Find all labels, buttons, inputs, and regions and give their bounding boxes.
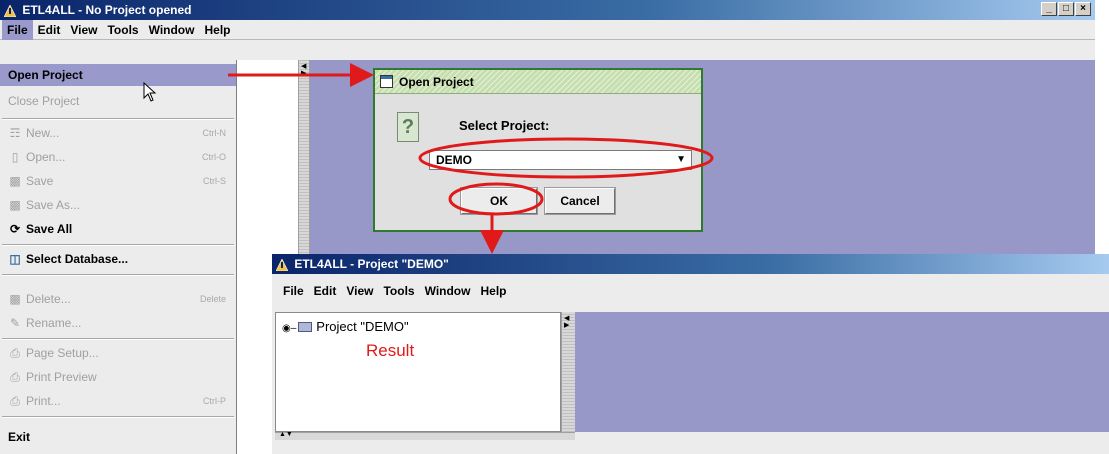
menu-item-save[interactable]: ▩ Save Ctrl-S bbox=[0, 170, 236, 192]
open-project-dialog: Open Project ? Select Project: DEMO ▼ OK… bbox=[373, 68, 703, 232]
delete-label: Delete... bbox=[26, 292, 71, 306]
result-menu-edit[interactable]: Edit bbox=[309, 280, 342, 302]
splitter-arrows-icon[interactable]: ◀ ▶ bbox=[564, 315, 569, 329]
save-as-label: Save As... bbox=[26, 198, 81, 212]
result-menubar: File Edit View Tools Window Help bbox=[272, 280, 1109, 302]
new-file-icon: ☶ bbox=[9, 126, 21, 140]
result-bottom-splitter[interactable]: ▲▼ bbox=[275, 431, 575, 440]
main-menubar: File Edit View Tools Window Help bbox=[0, 20, 1095, 40]
dialog-title-bar: Open Project bbox=[375, 70, 701, 94]
project-select-value: DEMO bbox=[436, 153, 472, 167]
splitter-arrows-icon[interactable]: ▲▼ bbox=[279, 431, 293, 438]
minimize-button[interactable]: _ bbox=[1041, 2, 1057, 16]
menu-item-delete[interactable]: ▩ Delete... Delete bbox=[0, 288, 236, 310]
page-setup-label: Page Setup... bbox=[26, 346, 99, 360]
cancel-button[interactable]: Cancel bbox=[544, 187, 616, 215]
new-shortcut: Ctrl-N bbox=[202, 128, 227, 138]
result-menu-tools[interactable]: Tools bbox=[378, 280, 419, 302]
chevron-down-icon[interactable]: ▼ bbox=[676, 151, 686, 169]
result-menu-view[interactable]: View bbox=[341, 280, 378, 302]
expand-toggle-icon[interactable]: ◉– bbox=[282, 323, 296, 334]
app-logo-icon bbox=[276, 258, 288, 271]
menu-tools[interactable]: Tools bbox=[102, 20, 143, 40]
rename-icon: ✎ bbox=[9, 316, 21, 330]
printer-icon: ⎙ bbox=[10, 394, 20, 408]
result-title-text: ETL4ALL - Project "DEMO" bbox=[294, 257, 449, 271]
result-menu-window[interactable]: Window bbox=[420, 280, 476, 302]
menu-item-open[interactable]: ▯ Open... Ctrl-O bbox=[0, 146, 236, 168]
page-setup-icon: ⎙ bbox=[10, 346, 20, 360]
menu-item-page-setup[interactable]: ⎙ Page Setup... bbox=[0, 342, 236, 364]
menu-separator bbox=[2, 244, 234, 246]
menu-item-close-project[interactable]: Close Project bbox=[0, 90, 236, 112]
tree-node-project[interactable]: ◉– Project "DEMO" bbox=[282, 319, 409, 334]
select-project-label: Select Project: bbox=[459, 118, 550, 133]
ok-button[interactable]: OK bbox=[460, 187, 538, 215]
menu-separator bbox=[2, 118, 234, 120]
open-shortcut: Ctrl-O bbox=[202, 152, 226, 162]
result-window: ETL4ALL - Project "DEMO" File Edit View Too… bbox=[272, 254, 1109, 454]
folder-icon bbox=[298, 322, 313, 332]
main-title-text: ETL4ALL - No Project opened bbox=[22, 3, 192, 17]
open-project-label: Open Project bbox=[8, 68, 83, 82]
menu-item-exit[interactable]: Exit bbox=[0, 426, 236, 448]
result-annotation: Result bbox=[366, 341, 415, 360]
file-menu-dropdown: Open Project Close Project ☶ New... Ctrl-… bbox=[0, 60, 237, 454]
menu-separator bbox=[2, 338, 234, 340]
dialog-title-text: Open Project bbox=[399, 75, 474, 89]
print-preview-icon: ⎙ bbox=[10, 370, 20, 384]
menu-item-new[interactable]: ☶ New... Ctrl-N bbox=[0, 122, 236, 144]
question-icon: ? bbox=[397, 112, 419, 142]
main-title-bar: ETL4ALL - No Project opened _ □ × bbox=[0, 0, 1095, 20]
save-label: Save bbox=[26, 174, 54, 188]
new-label: New... bbox=[26, 126, 60, 140]
menu-item-save-all[interactable]: ⟳ Save All bbox=[0, 218, 236, 240]
save-disk-icon: ▩ bbox=[9, 174, 21, 188]
close-button[interactable]: × bbox=[1075, 2, 1091, 16]
menu-edit[interactable]: Edit bbox=[33, 20, 66, 40]
menu-item-open-project[interactable]: Open Project bbox=[0, 64, 236, 86]
save-all-label: Save All bbox=[26, 222, 73, 236]
dialog-window-icon bbox=[380, 75, 393, 88]
maximize-button[interactable]: □ bbox=[1058, 2, 1074, 16]
app-logo-icon bbox=[4, 4, 16, 17]
save-all-icon: ⟳ bbox=[9, 222, 21, 236]
menu-separator bbox=[2, 274, 234, 276]
result-title-bar: ETL4ALL - Project "DEMO" bbox=[272, 254, 1109, 274]
result-desktop-area bbox=[575, 312, 1109, 432]
menu-item-rename[interactable]: ✎ Rename... bbox=[0, 312, 236, 334]
tree-node-label: Project "DEMO" bbox=[316, 319, 409, 334]
print-label: Print... bbox=[26, 394, 61, 408]
menu-separator bbox=[2, 416, 234, 418]
close-project-label: Close Project bbox=[8, 94, 80, 108]
open-label: Open... bbox=[26, 150, 66, 164]
trash-icon: ▩ bbox=[9, 292, 21, 306]
menu-help[interactable]: Help bbox=[199, 20, 235, 40]
save-as-icon: ▩ bbox=[9, 198, 21, 212]
database-icon: ◫ bbox=[9, 252, 21, 266]
mouse-cursor-icon bbox=[143, 82, 157, 102]
project-select[interactable]: DEMO ▼ bbox=[429, 150, 692, 170]
select-database-label: Select Database... bbox=[26, 252, 129, 266]
result-project-tree: ◉– Project "DEMO" Result bbox=[275, 312, 561, 432]
menu-file[interactable]: File bbox=[2, 20, 33, 40]
print-shortcut: Ctrl-P bbox=[203, 396, 226, 406]
exit-label: Exit bbox=[8, 430, 31, 444]
menu-window[interactable]: Window bbox=[144, 20, 200, 40]
result-menu-file[interactable]: File bbox=[278, 280, 309, 302]
menu-view[interactable]: View bbox=[65, 20, 102, 40]
splitter-arrows-icon[interactable]: ◀ ▶ bbox=[301, 63, 306, 77]
menu-item-select-database[interactable]: ◫ Select Database... bbox=[0, 248, 236, 270]
menu-item-print-preview[interactable]: ⎙ Print Preview bbox=[0, 366, 236, 388]
menu-item-save-as[interactable]: ▩ Save As... bbox=[0, 194, 236, 216]
result-splitter-handle[interactable]: ◀ ▶ bbox=[561, 312, 575, 432]
rename-label: Rename... bbox=[26, 316, 82, 330]
menu-item-print[interactable]: ⎙ Print... Ctrl-P bbox=[0, 390, 236, 412]
result-menu-help[interactable]: Help bbox=[475, 280, 511, 302]
print-preview-label: Print Preview bbox=[26, 370, 97, 384]
delete-shortcut: Delete bbox=[199, 294, 226, 304]
open-folder-icon: ▯ bbox=[11, 150, 19, 164]
save-shortcut: Ctrl-S bbox=[203, 176, 226, 186]
